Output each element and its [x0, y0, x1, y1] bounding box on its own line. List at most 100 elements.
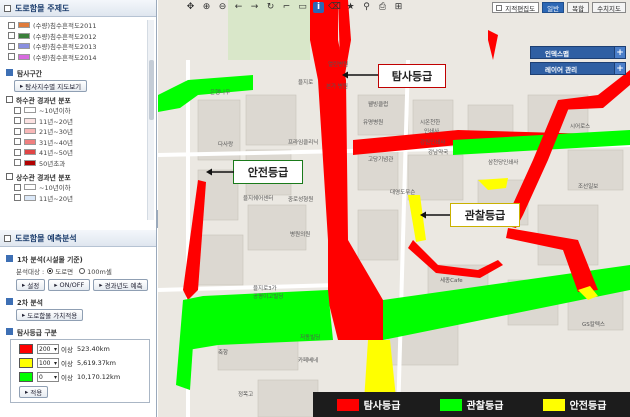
threshold-select[interactable]: 0 ▾ [37, 372, 59, 382]
callout-safe-text: 안전등급 [247, 166, 289, 179]
layer-management-panel[interactable]: 레이어 관리 + [530, 62, 626, 75]
list-item[interactable]: 11년~20년 [0, 116, 156, 127]
layer-item[interactable]: (수량)침수흔적도2013 [0, 41, 156, 52]
water-section-title[interactable]: 상수관 경과년 분포 [0, 171, 156, 182]
grade-title-text: 탐사등급 구분 [17, 328, 57, 337]
map-label: 중로성형원 [288, 197, 314, 203]
bullet-icon [6, 69, 13, 76]
pin-icon[interactable]: ⚲ [361, 2, 372, 13]
list-item[interactable]: 11년~20년 [0, 193, 156, 204]
survey-map-button[interactable]: ▸ 탐사지수별 지도보기 [14, 80, 88, 92]
color-swatch[interactable] [19, 344, 33, 354]
checkbox[interactable] [8, 42, 15, 50]
distance-icon[interactable]: ⌐ [281, 2, 292, 13]
checkbox[interactable] [14, 106, 21, 114]
list-item[interactable]: ~10년이하 [0, 105, 156, 116]
list-item[interactable]: ~10년이하 [0, 182, 156, 193]
sewer-section-title[interactable]: 하수관 경과년 분포 [0, 94, 156, 105]
map-label: 삼천당인쇄사 [488, 160, 519, 166]
print-icon[interactable]: ⎙ [377, 2, 388, 13]
chevron-down-icon: ▾ [53, 373, 57, 381]
chevron-down-icon: ▾ [53, 359, 57, 367]
list-item[interactable]: 21년~30년 [0, 126, 156, 137]
clear-icon[interactable]: ⌫ [328, 2, 341, 13]
layer-item[interactable]: (수량)침수흔적도2011 [0, 20, 156, 31]
checkbox[interactable] [14, 159, 21, 167]
legend-swatch [542, 398, 565, 411]
arrow-icon [420, 211, 450, 219]
threshold-value: 200 [39, 345, 51, 353]
threshold-select[interactable]: 200 ▾ [37, 344, 59, 354]
collapse-toggle-icon[interactable] [4, 234, 11, 242]
checkbox[interactable] [14, 127, 21, 135]
callout-observe-text: 관찰등급 [464, 209, 506, 222]
index-map-panel[interactable]: 인덱스맵 + [530, 46, 626, 59]
color-swatch[interactable] [19, 372, 33, 382]
layer-item[interactable]: (수량)침수흔적도2012 [0, 31, 156, 42]
section-title: 도로함몰 예측분석 [15, 233, 77, 243]
zoom-out-icon[interactable]: ⊖ [217, 2, 228, 13]
color-swatch [24, 107, 36, 114]
info-icon[interactable]: i [313, 1, 324, 13]
checkbox[interactable] [8, 32, 15, 40]
collapse-toggle-icon[interactable] [4, 4, 11, 12]
jijeok-toggle[interactable]: 지적편집도 [492, 2, 540, 13]
map-type-digital[interactable]: 수치지도 [592, 2, 626, 13]
map-label: 을지로3가 [253, 286, 277, 292]
callout-explore-text: 탐사등급 [391, 70, 433, 83]
map-canvas[interactable]: 열린병원 을지로 은행나무 프라임클리닉 본가 병원 웰빙클럽 유명병원 강남약… [158, 0, 630, 417]
layer-label: (수량)침수흔적도2013 [33, 43, 97, 52]
list-item[interactable]: 41년~50년 [0, 147, 156, 158]
checkbox[interactable] [14, 138, 21, 146]
checkbox[interactable] [14, 183, 21, 191]
move-icon[interactable]: ✥ [185, 2, 196, 13]
list-item[interactable]: 50년초과 [0, 158, 156, 169]
checkbox[interactable] [8, 53, 15, 61]
list-item[interactable]: 31년~40년 [0, 137, 156, 148]
color-swatch[interactable] [19, 358, 33, 368]
save-icon[interactable]: ⊞ [393, 2, 404, 13]
radio-cell[interactable] [79, 267, 86, 274]
section-header-prediction[interactable]: 도로함몰 예측분석 [0, 230, 156, 247]
favorite-icon[interactable]: ★ [345, 2, 356, 13]
bullet-icon [6, 255, 13, 262]
checkbox[interactable] [496, 4, 503, 11]
checkbox[interactable] [14, 117, 21, 125]
threshold-suffix: 이상 [61, 360, 73, 368]
previous-icon[interactable]: ← [233, 2, 244, 13]
plus-icon[interactable]: + [614, 47, 625, 58]
map-legend: 탐사등급 관찰등급 안전등급 [313, 392, 630, 417]
radio-road[interactable] [47, 267, 54, 274]
zoom-in-icon[interactable]: ⊕ [201, 2, 212, 13]
setting-button[interactable]: ▸ 설정 [16, 279, 46, 291]
scrollbar-thumb[interactable] [149, 60, 154, 120]
year-predict-button[interactable]: ▸ 경과년도 예측 [93, 279, 149, 291]
refresh-icon[interactable]: ↻ [265, 2, 276, 13]
apply-button[interactable]: ▸ 적용 [19, 386, 49, 398]
plus-icon[interactable]: + [614, 63, 625, 74]
legend-item: 안전등급 [542, 397, 606, 412]
map-label: 카페베네 [298, 358, 319, 364]
collapse-toggle-icon[interactable] [6, 173, 13, 180]
collapse-toggle-icon[interactable] [6, 96, 13, 103]
checkbox[interactable] [8, 21, 15, 29]
map-type-normal[interactable]: 일반 [542, 2, 565, 13]
list-item-label: 11년~20년 [39, 117, 73, 126]
step2-title-text: 2차 분석 [17, 298, 43, 307]
sidebar-scrollbar[interactable] [147, 20, 154, 220]
section-header-theme-map[interactable]: 도로함몰 주제도 [0, 0, 156, 17]
list-item-label: 31년~40년 [39, 138, 73, 147]
color-swatch [18, 53, 30, 60]
setting-button-label: 설정 [27, 282, 40, 290]
layer-item[interactable]: (수량)침수흔적도2014 [0, 52, 156, 63]
checkbox[interactable] [14, 194, 21, 202]
checkbox[interactable] [14, 148, 21, 156]
color-swatch [24, 159, 36, 166]
threshold-select[interactable]: 100 ▾ [37, 358, 59, 368]
map-type-hybrid[interactable]: 복합 [567, 2, 590, 13]
area-icon[interactable]: ▭ [297, 2, 308, 13]
value-apply-button[interactable]: ▸ 도로함몰 가치적용 [16, 309, 84, 321]
legend-swatch [336, 398, 359, 411]
onoff-button[interactable]: ▸ ON/OFF [48, 279, 91, 291]
next-icon[interactable]: → [249, 2, 260, 13]
